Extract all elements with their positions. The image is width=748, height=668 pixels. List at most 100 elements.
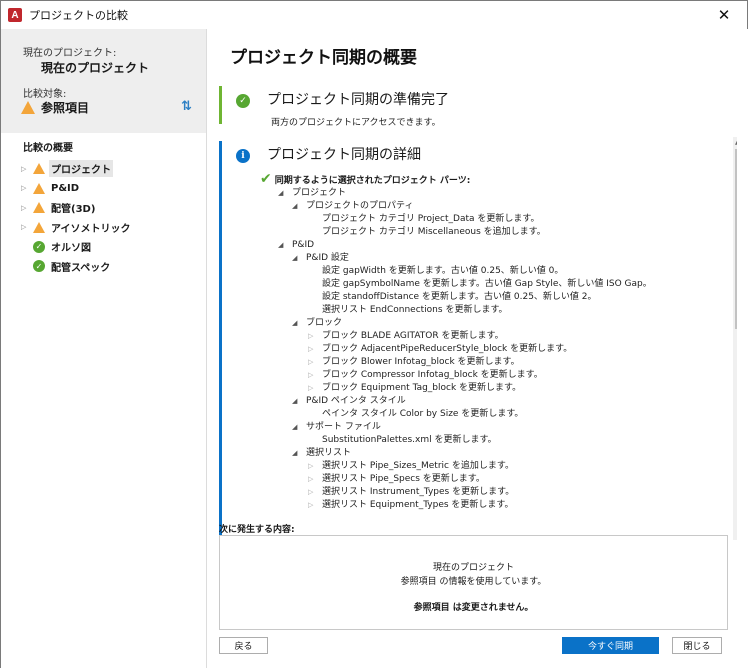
tree-item-label: P&ID [51, 182, 80, 194]
sync-detail-line: 選択リスト Pipe_Sizes_Metric を追加します。 [322, 461, 514, 471]
title-bar: A プロジェクトの比較 ✕ [1, 1, 747, 29]
collapse-arrow-icon[interactable]: ◢ [292, 395, 302, 408]
sync-detail-line: 選択リスト EndConnections を更新します。 [322, 305, 508, 315]
collapse-arrow-icon[interactable]: ◢ [292, 200, 302, 213]
collapse-arrow-icon[interactable]: ◢ [292, 317, 302, 330]
warning-icon [33, 182, 45, 194]
current-project-label: 現在のプロジェクト: [23, 48, 117, 59]
project-info-header: 現在のプロジェクト: 現在のプロジェクト 比較対象: 参照項目 ⇅ [1, 29, 206, 133]
tree-item-label: プロジェクト [49, 160, 113, 178]
tree-item[interactable]: ▷ プロジェクト [21, 159, 133, 179]
collapse-arrow-icon[interactable]: ◢ [292, 447, 302, 460]
sync-detail-line: ブロック Compressor Infotag_block を更新します。 [322, 370, 543, 380]
expand-arrow-icon[interactable]: ▷ [308, 486, 318, 499]
sync-detail-line: プロジェクト カテゴリ Miscellaneous を追加します。 [322, 227, 546, 237]
close-window-button[interactable]: ✕ [701, 1, 747, 29]
selected-parts-header: ✔ 同期するように選択されたプロジェクト パーツ: [260, 171, 470, 187]
sync-detail-line: ペインタ スタイル Color by Size を更新します。 [322, 409, 524, 419]
expand-arrow-icon[interactable]: ▷ [308, 330, 318, 343]
tree-item-label: オルソ図 [51, 243, 91, 255]
expand-arrow-icon[interactable]: ▷ [308, 369, 318, 382]
next-line-1: 現在のプロジェクト [432, 563, 514, 573]
sync-detail-line: ブロック BLADE AGITATOR を更新します。 [322, 331, 504, 341]
expand-arrow-icon[interactable]: ▷ [308, 473, 318, 486]
collapse-arrow-icon[interactable]: ◢ [292, 421, 302, 434]
warning-icon [21, 101, 35, 114]
window-title: プロジェクトの比較 [29, 9, 128, 22]
sync-detail-line: 選択リスト Instrument_Types を更新します。 [322, 487, 515, 497]
detail-title: プロジェクト同期の詳細 [267, 147, 421, 163]
tree-item-label: 配管(3D) [51, 204, 96, 216]
check-circle-icon: ✓ [33, 240, 45, 253]
sync-detail-line: P&ID [292, 240, 315, 250]
tree-item[interactable]: ▷ 配管(3D) [21, 198, 133, 218]
current-project-value: 現在のプロジェクト [41, 61, 150, 75]
selected-parts-label: 同期するように選択されたプロジェクト パーツ: [274, 175, 471, 186]
compare-target-value: 参照項目 [41, 101, 90, 115]
back-button[interactable]: 戻る [219, 637, 268, 654]
expand-arrow-icon[interactable]: ▷ [21, 165, 33, 173]
checkmark-icon: ✔ [260, 171, 272, 187]
detail-section: i プロジェクト同期の詳細 ✔ 同期するように選択されたプロジェクト パーツ: … [219, 141, 709, 540]
vertical-scrollbar[interactable]: ▲ ▼ [733, 137, 737, 540]
swap-projects-icon[interactable]: ⇅ [181, 99, 192, 114]
sync-detail-line: プロジェクト カテゴリ Project_Data を更新します。 [322, 214, 540, 224]
compare-target-label: 比較対象: [23, 89, 67, 100]
warning-icon [33, 202, 45, 214]
tree-item-label: アイソメトリック [51, 223, 131, 235]
sync-detail-line: 設定 standoffDistance を更新します。古い値 0.25、新しい値… [322, 292, 597, 302]
ready-subtitle: 両方のプロジェクトにアクセスできます。 [271, 118, 441, 128]
sync-detail-line: P&ID 設定 [306, 253, 349, 263]
expand-arrow-icon[interactable]: ▷ [308, 499, 318, 512]
sync-detail-line: サポート ファイル [306, 422, 381, 432]
summary-scroll-area[interactable]: ✓ プロジェクト同期の準備完了 両方のプロジェクトにアクセスできます。 i プロ… [219, 82, 737, 540]
expand-arrow-icon[interactable]: ▷ [308, 356, 318, 369]
scrollbar-thumb[interactable] [735, 149, 737, 329]
autocad-app-icon: A [8, 8, 22, 22]
tree-item[interactable]: ✓ 配管スペック [21, 257, 133, 277]
tree-item-label: 配管スペック [51, 262, 111, 274]
ready-title: プロジェクト同期の準備完了 [267, 92, 449, 108]
scroll-up-arrow-icon[interactable]: ▲ [735, 139, 737, 146]
next-line-2: 参照項目 の情報を使用しています。 [400, 577, 547, 587]
collapse-arrow-icon[interactable]: ◢ [278, 187, 288, 200]
tree-item[interactable]: ✓ オルソ図 [21, 237, 133, 257]
close-button[interactable]: 閉じる [672, 637, 722, 654]
next-steps-box: 現在のプロジェクト 参照項目 の情報を使用しています。 参照項目 は変更されませ… [219, 535, 728, 630]
sync-detail-line: 選択リスト Equipment_Types を更新します。 [322, 500, 514, 510]
sync-detail-line: ブロック AdjacentPipeReducerStyle_block を更新し… [322, 344, 573, 354]
warning-icon [33, 221, 45, 233]
collapse-arrow-icon[interactable]: ◢ [278, 239, 288, 252]
sync-detail-line: P&ID ペインタ スタイル [306, 396, 406, 406]
expand-arrow-icon[interactable]: ▷ [308, 460, 318, 473]
check-circle-icon: ✓ [236, 94, 250, 108]
sync-detail-line: ブロック Equipment Tag_block を更新します。 [322, 383, 522, 393]
sync-detail-line: ブロック Blower Infotag_block を更新します。 [322, 357, 520, 367]
expand-arrow-icon[interactable]: ▷ [308, 343, 318, 356]
sync-detail-line: SubstitutionPalettes.xml を更新します。 [322, 435, 497, 445]
tree-item[interactable]: ▷ アイソメトリック [21, 218, 133, 238]
right-panel: プロジェクト同期の概要 ✓ プロジェクト同期の準備完了 両方のプロジェクトにアク… [207, 29, 748, 668]
next-line-3: 参照項目 は変更されません。 [413, 603, 534, 613]
comparison-tree: ▷ プロジェクト ▷ P&ID ▷ 配管(3D) ▷ アイソメトリック ✓ オルソ図 ✓ 配管スペック [21, 159, 133, 276]
sync-detail-line: 設定 gapSymbolName を更新します。古い値 Gap Style、新し… [322, 279, 652, 289]
expand-arrow-icon[interactable]: ▷ [21, 223, 33, 231]
page-title: プロジェクト同期の概要 [230, 48, 417, 68]
collapse-arrow-icon[interactable]: ◢ [292, 252, 302, 265]
expand-arrow-icon[interactable]: ▷ [21, 184, 33, 192]
warning-icon [33, 163, 45, 175]
comparison-overview-title: 比較の概要 [23, 143, 73, 154]
ready-section: ✓ プロジェクト同期の準備完了 両方のプロジェクトにアクセスできます。 [219, 86, 709, 128]
next-steps-label: 次に発生する内容: [219, 525, 295, 535]
sync-now-button[interactable]: 今すぐ同期 [562, 637, 659, 654]
sync-detail-line: プロジェクト [292, 188, 347, 198]
expand-arrow-icon[interactable]: ▷ [21, 204, 33, 212]
sync-detail-line: 設定 gapWidth を更新します。古い値 0.25、新しい値 0。 [322, 266, 564, 276]
compare-target-row: 参照項目 [21, 99, 89, 116]
info-icon: i [236, 149, 250, 163]
tree-item[interactable]: ▷ P&ID [21, 179, 133, 199]
sync-detail-line: プロジェクトのプロパティ [306, 201, 414, 211]
expand-arrow-icon[interactable]: ▷ [308, 382, 318, 395]
sync-detail-line: 選択リスト [306, 448, 352, 458]
left-panel: 現在のプロジェクト: 現在のプロジェクト 比較対象: 参照項目 ⇅ 比較の概要 … [1, 29, 206, 668]
